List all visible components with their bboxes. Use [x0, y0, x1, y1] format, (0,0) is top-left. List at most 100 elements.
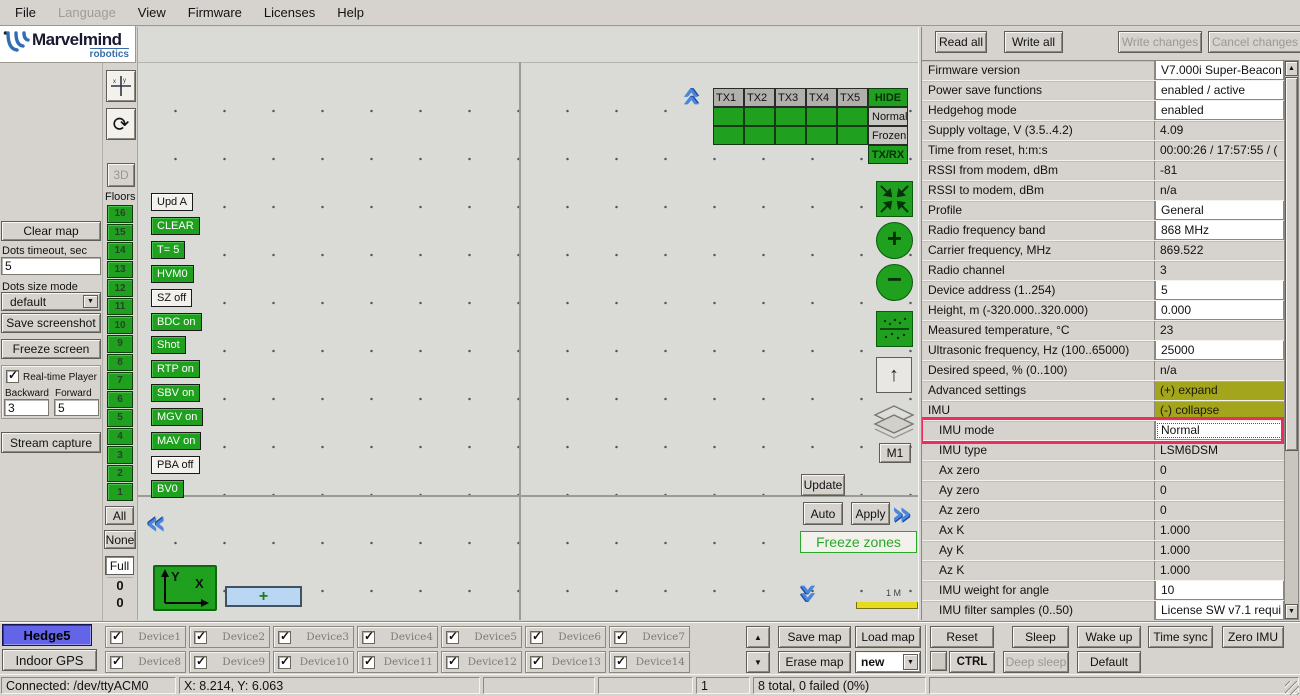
setting-value-ax-k[interactable]: 1.000: [1155, 521, 1284, 540]
setting-row-supply-voltage-v-3-5-4-2[interactable]: Supply voltage, V (3.5..4.2)4.09: [922, 121, 1284, 141]
map-toggle-clear[interactable]: CLEAR: [151, 217, 200, 235]
map-toggle-pba-off[interactable]: PBA off: [151, 456, 200, 474]
device-cell-device9[interactable]: ✓Device9: [189, 651, 270, 673]
setting-value-rssi-from-modem-dbm[interactable]: -81: [1155, 161, 1284, 180]
floor-button-4[interactable]: 4: [107, 428, 133, 446]
setting-value-hedgehog-mode[interactable]: enabled: [1155, 101, 1284, 120]
map-toggle-bv0[interactable]: BV0: [151, 480, 184, 498]
three-d-button[interactable]: 3D: [107, 163, 135, 187]
device-checkbox-device12[interactable]: ✓: [446, 656, 459, 669]
menu-firmware[interactable]: Firmware: [177, 5, 253, 20]
sleep-button[interactable]: Sleep: [1012, 626, 1069, 648]
setting-row-ay-k[interactable]: Ay K1.000: [922, 541, 1284, 561]
setting-value-imu[interactable]: (-) collapse: [1155, 401, 1284, 420]
map-toggle-rtp-on[interactable]: RTP on: [151, 360, 200, 378]
tx-hide-button[interactable]: HIDE: [868, 88, 908, 107]
floor-button-2[interactable]: 2: [107, 465, 133, 483]
setting-row-rssi-from-modem-dbm[interactable]: RSSI from modem, dBm-81: [922, 161, 1284, 181]
clear-map-button[interactable]: Clear map: [1, 221, 101, 241]
tx-header-tx3[interactable]: TX3: [775, 88, 806, 107]
device-cell-device3[interactable]: ✓Device3: [273, 626, 354, 648]
setting-value-imu-weight-for-angle[interactable]: 10: [1155, 581, 1284, 600]
device-cell-device7[interactable]: ✓Device7: [609, 626, 690, 648]
forward-input[interactable]: 5: [54, 399, 99, 416]
menu-language[interactable]: Language: [47, 5, 127, 20]
write-changes-button[interactable]: Write changes: [1118, 31, 1202, 53]
device-list-up-button[interactable]: ▲: [746, 626, 770, 648]
map-toggle-sbv-on[interactable]: SBV on: [151, 384, 200, 402]
device-checkbox-device2[interactable]: ✓: [194, 631, 207, 644]
freeze-zones-button[interactable]: Freeze zones: [800, 531, 917, 553]
axes-tool-button[interactable]: x y: [106, 70, 136, 102]
device-cell-device14[interactable]: ✓Device14: [609, 651, 690, 673]
setting-value-profile[interactable]: General: [1155, 201, 1284, 220]
setting-value-advanced-settings[interactable]: (+) expand: [1155, 381, 1284, 400]
setting-row-az-zero[interactable]: Az zero0: [922, 501, 1284, 521]
layers-button[interactable]: [870, 403, 918, 440]
setting-row-imu-weight-for-angle[interactable]: IMU weight for angle10: [922, 581, 1284, 601]
pan-down-chevron-icon[interactable]: »: [796, 583, 822, 604]
deep-sleep-button[interactable]: Deep sleep: [1003, 651, 1069, 673]
save-map-button[interactable]: Save map: [778, 626, 851, 648]
setting-value-ay-zero[interactable]: 0: [1155, 481, 1284, 500]
floor-button-3[interactable]: 3: [107, 446, 133, 464]
setting-row-ay-zero[interactable]: Ay zero0: [922, 481, 1284, 501]
setting-row-device-address-1-254[interactable]: Device address (1..254)5: [922, 281, 1284, 301]
map-toggle-mgv-on[interactable]: MGV on: [151, 408, 203, 426]
floor-button-9[interactable]: 9: [107, 335, 133, 353]
setting-value-measured-temperature-c[interactable]: 23: [1155, 321, 1284, 340]
setting-row-firmware-version[interactable]: Firmware versionV7.000i Super-Beacon: [922, 61, 1284, 81]
setting-value-imu-filter-samples-0-50[interactable]: License SW v7.1 requi: [1155, 601, 1284, 620]
wake-up-button[interactable]: Wake up: [1077, 626, 1141, 648]
resize-grip-icon[interactable]: [1285, 681, 1299, 695]
tx-normal-cell[interactable]: [744, 107, 775, 126]
menu-file[interactable]: File: [4, 5, 47, 20]
device-cell-device5[interactable]: ✓Device5: [441, 626, 522, 648]
setting-value-imu-type[interactable]: LSM6DSM: [1155, 441, 1284, 460]
setting-value-az-zero[interactable]: 0: [1155, 501, 1284, 520]
floor-button-11[interactable]: 11: [107, 298, 133, 316]
tx-normal-cell[interactable]: [775, 107, 806, 126]
backward-input[interactable]: 3: [4, 399, 49, 416]
device-checkbox-device4[interactable]: ✓: [362, 631, 375, 644]
setting-value-firmware-version[interactable]: V7.000i Super-Beacon: [1155, 61, 1284, 80]
hedge5-button[interactable]: Hedge5: [2, 624, 92, 646]
setting-row-radio-channel[interactable]: Radio channel3: [922, 261, 1284, 281]
floor-button-7[interactable]: 7: [107, 372, 133, 390]
device-cell-device4[interactable]: ✓Device4: [357, 626, 438, 648]
setting-row-hedgehog-mode[interactable]: Hedgehog modeenabled: [922, 101, 1284, 121]
setting-value-az-k[interactable]: 1.000: [1155, 561, 1284, 580]
write-all-button[interactable]: Write all: [1004, 31, 1063, 53]
zoom-out-button[interactable]: −: [876, 264, 913, 301]
realtime-player-checkbox[interactable]: ✓: [6, 370, 19, 383]
tx-normal-cell[interactable]: [806, 107, 837, 126]
setting-value-supply-voltage-v-3-5-4-2[interactable]: 4.09: [1155, 121, 1284, 140]
map-toggle-sz-off[interactable]: SZ off: [151, 289, 192, 307]
rotate-tool-button[interactable]: ⟳: [106, 108, 136, 140]
setting-value-ay-k[interactable]: 1.000: [1155, 541, 1284, 560]
tx-normal-cell[interactable]: [713, 107, 744, 126]
tx-header-tx2[interactable]: TX2: [744, 88, 775, 107]
setting-value-power-save-functions[interactable]: enabled / active: [1155, 81, 1284, 100]
floor-button-14[interactable]: 14: [107, 242, 133, 260]
setting-row-imu-type[interactable]: IMU typeLSM6DSM: [922, 441, 1284, 461]
setting-row-imu-mode[interactable]: IMU modeNormal: [922, 421, 1284, 441]
default-button[interactable]: Default: [1077, 651, 1141, 673]
time-sync-button[interactable]: Time sync: [1148, 626, 1213, 648]
read-all-button[interactable]: Read all: [935, 31, 987, 53]
map-toggle-upd-a[interactable]: Upd A: [151, 193, 193, 211]
setting-row-az-k[interactable]: Az K1.000: [922, 561, 1284, 581]
add-submap-button[interactable]: +: [225, 586, 302, 607]
scroll-down-button[interactable]: ▼: [1285, 604, 1298, 619]
map-toggle-hvm0[interactable]: HVM0: [151, 265, 194, 283]
setting-row-carrier-frequency-mhz[interactable]: Carrier frequency, MHz869.522: [922, 241, 1284, 261]
zero-imu-button[interactable]: Zero IMU: [1222, 626, 1284, 648]
device-cell-device13[interactable]: ✓Device13: [525, 651, 606, 673]
device-cell-device8[interactable]: ✓Device8: [105, 651, 186, 673]
setting-value-radio-frequency-band[interactable]: 868 MHz: [1155, 221, 1284, 240]
setting-row-rssi-to-modem-dbm[interactable]: RSSI to modem, dBmn/a: [922, 181, 1284, 201]
floor-button-15[interactable]: 15: [107, 224, 133, 242]
menu-licenses[interactable]: Licenses: [253, 5, 326, 20]
pan-up-chevron-icon[interactable]: »: [676, 87, 702, 108]
device-cell-device12[interactable]: ✓Device12: [441, 651, 522, 673]
